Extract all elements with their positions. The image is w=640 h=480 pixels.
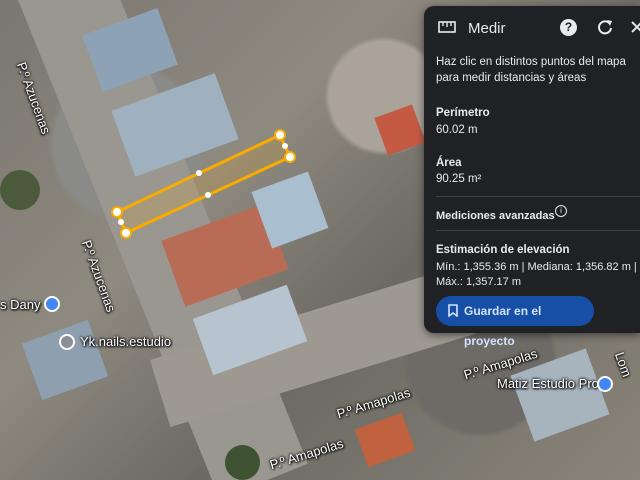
elevation-title: Estimación de elevación (436, 244, 570, 256)
help-icon[interactable]: ? (560, 19, 577, 36)
close-icon[interactable] (630, 18, 640, 36)
measure-midpoint (196, 170, 202, 176)
advanced-measurements-label[interactable]: Mediciones avanzadas (436, 210, 555, 222)
area-value: 90.25 m² (436, 173, 482, 185)
place-pin-icon[interactable] (59, 334, 75, 350)
elevation-max-line: Máx.: 1,357.17 m (436, 276, 521, 288)
panel-title: Medir (468, 20, 506, 37)
elevation-range-line: Mín.: 1,355.36 m | Mediana: 1,356.82 m | (436, 261, 637, 273)
measure-midpoint (205, 192, 211, 198)
area-label: Área (436, 157, 462, 169)
place-label-dany[interactable]: s Dany (0, 297, 40, 312)
measure-instructions: Haz clic en distintos puntos del mapa pa… (436, 56, 626, 84)
measure-vertex (284, 151, 296, 163)
ruler-icon (438, 21, 456, 33)
divider (436, 196, 640, 197)
bookmark-icon (448, 304, 458, 317)
measure-midpoint (282, 143, 288, 149)
perimeter-label: Perímetro (436, 107, 490, 119)
save-to-project-button[interactable]: Guardar en el proyecto (436, 296, 594, 348)
measure-vertex (111, 206, 123, 218)
panel-header: Medir ? (424, 6, 640, 50)
place-label-yk-nails[interactable]: Yk.nails.estudio (80, 334, 171, 349)
info-icon[interactable]: i (555, 205, 567, 217)
measure-vertex (120, 227, 132, 239)
shopping-pin-icon[interactable] (597, 376, 613, 392)
measure-panel: Medir ? Haz clic en distintos puntos del… (424, 6, 640, 348)
perimeter-value: 60.02 m (436, 124, 478, 136)
measure-midpoint (118, 219, 124, 225)
reset-icon[interactable] (596, 18, 614, 36)
place-label-matiz[interactable]: Matiz Estudio Pro (497, 376, 599, 391)
shopping-pin-icon[interactable] (44, 296, 60, 312)
measure-vertex (274, 129, 286, 141)
divider (436, 230, 640, 231)
